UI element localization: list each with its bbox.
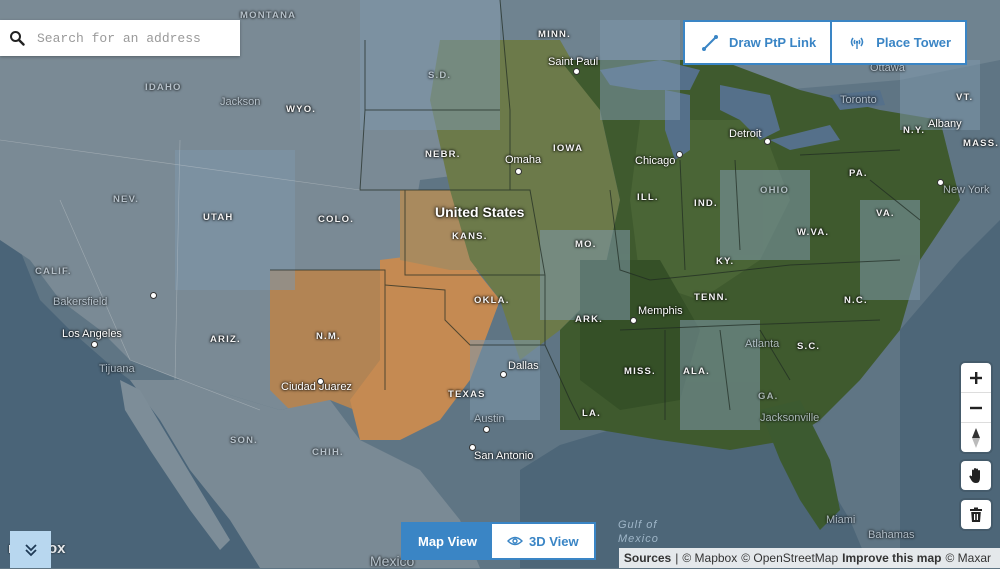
city-dot-ciudad-juarez bbox=[317, 378, 324, 385]
plus-icon bbox=[970, 371, 982, 384]
draw-line-icon bbox=[702, 34, 718, 51]
reset-north-button[interactable] bbox=[961, 422, 991, 452]
pan-control bbox=[961, 461, 991, 490]
delete-control bbox=[961, 500, 991, 529]
minus-icon bbox=[970, 406, 982, 409]
city-dot-new-york bbox=[937, 179, 944, 186]
city-dot-bakersfield bbox=[150, 292, 157, 299]
attribution-separator: | bbox=[675, 551, 679, 565]
3d-view-button[interactable]: 3D View bbox=[492, 524, 594, 558]
zoom-out-button[interactable] bbox=[961, 392, 991, 422]
city-dot-dallas bbox=[500, 371, 507, 378]
attribution-maxar-link[interactable]: © Maxar bbox=[945, 551, 991, 565]
city-dot-omaha bbox=[515, 168, 522, 175]
city-dot-saint-paul bbox=[573, 68, 580, 75]
city-dot-san-antonio bbox=[469, 444, 476, 451]
city-dot-austin bbox=[483, 426, 490, 433]
draw-ptp-link-label: Draw PtP Link bbox=[729, 35, 817, 50]
collapse-panel-button[interactable] bbox=[10, 531, 51, 568]
tool-button-group: Draw PtP Link Place Tower bbox=[683, 20, 968, 65]
satellite-map[interactable] bbox=[0, 0, 1000, 568]
trash-icon bbox=[970, 507, 982, 522]
attribution-osm-link[interactable]: © OpenStreetMap bbox=[741, 551, 838, 565]
navigation-controls bbox=[961, 363, 991, 452]
chevron-double-down-icon bbox=[24, 543, 37, 556]
city-dot-chicago bbox=[676, 151, 683, 158]
view-toggle: Map View 3D View bbox=[401, 522, 596, 560]
hand-icon bbox=[969, 468, 980, 483]
attribution-improve-link[interactable]: Improve this map bbox=[842, 551, 941, 565]
search-input[interactable] bbox=[35, 29, 229, 47]
delete-button[interactable] bbox=[961, 500, 991, 529]
place-tower-label: Place Tower bbox=[876, 35, 952, 50]
attribution-mapbox-link[interactable]: © Mapbox bbox=[682, 551, 737, 565]
place-tower-button[interactable]: Place Tower bbox=[830, 22, 966, 63]
attribution-sources-link[interactable]: Sources bbox=[624, 551, 671, 565]
draw-ptp-link-button[interactable]: Draw PtP Link bbox=[685, 22, 831, 63]
compass-icon bbox=[972, 427, 980, 448]
address-search bbox=[0, 20, 240, 56]
3d-view-label: 3D View bbox=[529, 533, 579, 549]
map-view-label: Map View bbox=[418, 533, 478, 549]
city-dot-detroit bbox=[764, 138, 771, 145]
eye-icon bbox=[507, 536, 524, 546]
zoom-in-button[interactable] bbox=[961, 363, 991, 392]
map-attribution: Sources | © Mapbox © OpenStreetMap Impro… bbox=[618, 548, 1000, 568]
city-dot-memphis bbox=[630, 317, 637, 324]
city-dot-los-angeles bbox=[91, 341, 98, 348]
pan-mode-button[interactable] bbox=[961, 461, 991, 490]
map-view-button[interactable]: Map View bbox=[403, 524, 493, 558]
search-icon bbox=[10, 31, 25, 46]
tower-icon bbox=[850, 37, 864, 49]
